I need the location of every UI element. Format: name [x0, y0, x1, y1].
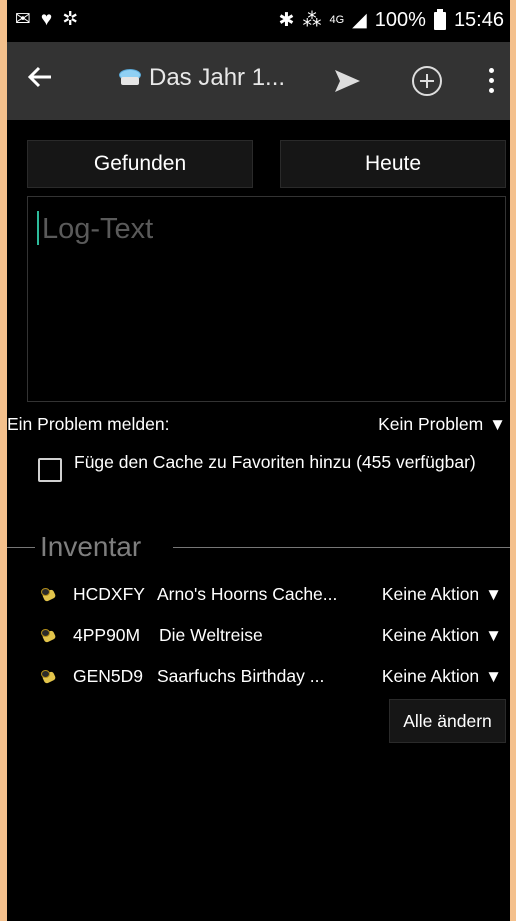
- trackable-name: Die Weltreise: [159, 625, 263, 645]
- inventory-title: Inventar: [40, 531, 142, 562]
- toolbar-title-group: Das Jahr 1...: [117, 64, 285, 92]
- battery-percent: 100%: [374, 9, 426, 31]
- trackable-code: HCDXFY: [73, 584, 145, 604]
- cache-icon: [117, 69, 141, 87]
- text-cursor: [37, 211, 39, 245]
- favorite-label[interactable]: Füge den Cache zu Favoriten hinzu (455 v…: [74, 452, 494, 473]
- log-text-placeholder: Log-Text: [42, 213, 154, 245]
- trackable-action-dropdown[interactable]: Keine Aktion ▼: [382, 625, 502, 646]
- trackable-action-dropdown[interactable]: Keine Aktion ▼: [382, 666, 502, 687]
- log-date-button[interactable]: Heute: [280, 140, 506, 188]
- pinwheel-icon: ✲: [62, 9, 79, 30]
- trackable-icon: [41, 629, 57, 644]
- clock: 15:46: [453, 9, 504, 31]
- log-type-button[interactable]: Gefunden: [27, 140, 253, 188]
- trackable-code: GEN5D9: [73, 666, 144, 686]
- favorite-checkbox[interactable]: [38, 458, 62, 482]
- trackable-name: Saarfuchs Birthday ...: [157, 666, 325, 686]
- arrow-left-icon[interactable]: [25, 62, 61, 98]
- page-title: Das Jahr 1...: [149, 64, 286, 91]
- trackable-icon: [41, 588, 57, 603]
- screen-frame-right: [510, 0, 516, 921]
- inventory-row: HCDXFY Arno's Hoorns Cache... Keine Akti…: [7, 580, 510, 620]
- trackable-action-value: Keine Aktion: [381, 625, 480, 645]
- dropdown-triangle-icon: ▼: [485, 625, 502, 645]
- problem-value: Kein Problem: [378, 414, 484, 434]
- dropdown-triangle-icon: ▼: [485, 584, 502, 604]
- battery-icon: [433, 8, 446, 30]
- dropdown-triangle-icon: ▼: [489, 414, 506, 434]
- send-icon[interactable]: [332, 66, 362, 96]
- problem-label: Ein Problem melden:: [7, 414, 170, 434]
- inventory-divider-right: [173, 547, 510, 548]
- inventory-row: 4PP90M Die Weltreise Keine Aktion ▼: [7, 621, 510, 661]
- vibrate-mute-icon: ⁂: [302, 9, 322, 31]
- action-bar: Das Jahr 1...: [7, 42, 510, 120]
- trackable-action-value: Keine Aktion: [381, 584, 480, 604]
- trackable-icon: [41, 670, 57, 685]
- inventory-divider-left: [7, 547, 35, 548]
- trackable-name: Arno's Hoorns Cache...: [157, 584, 338, 604]
- trackable-code: 4PP90M: [73, 625, 141, 645]
- problem-dropdown[interactable]: Kein Problem ▼: [378, 414, 506, 435]
- more-vert-icon[interactable]: [487, 68, 495, 96]
- inventory-row: GEN5D9 Saarfuchs Birthday ... Keine Akti…: [7, 662, 510, 702]
- screen-frame-left: [0, 0, 7, 921]
- change-all-button[interactable]: Alle ändern: [389, 699, 506, 743]
- trackable-action-dropdown[interactable]: Keine Aktion ▼: [382, 584, 502, 605]
- trackable-action-value: Keine Aktion: [381, 666, 480, 686]
- app-screen: ✉ ♥ ✲ ✱ ⁂ 4G ◢ 100% 15:46 Das Jahr 1...: [7, 0, 510, 921]
- bluetooth-icon: ✱: [278, 9, 295, 31]
- mail-icon: ✉: [15, 9, 31, 30]
- signal-icon: ◢: [352, 9, 367, 31]
- add-circle-icon[interactable]: [412, 66, 442, 96]
- network-type-label: 4G: [329, 14, 345, 26]
- dropdown-triangle-icon: ▼: [485, 666, 502, 686]
- log-text-input[interactable]: Log-Text: [27, 196, 506, 402]
- heart-icon: ♥: [40, 9, 53, 30]
- status-bar: ✉ ♥ ✲ ✱ ⁂ 4G ◢ 100% 15:46: [7, 0, 510, 42]
